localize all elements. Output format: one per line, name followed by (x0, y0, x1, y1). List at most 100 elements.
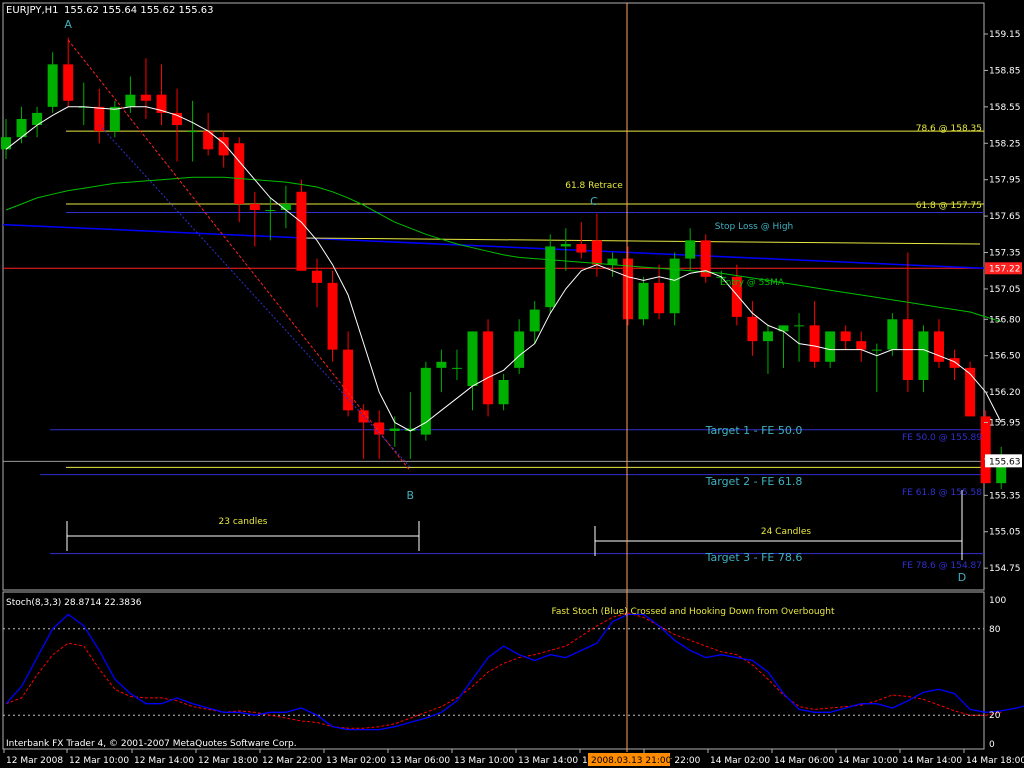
stoch-tick-label: 0 (989, 740, 995, 750)
bear-candle (591, 240, 602, 265)
price-tick-label: 155.95 (989, 418, 1021, 428)
bear-candle (343, 349, 354, 411)
bull-candle (265, 210, 276, 212)
price-tick-label: 156.80 (989, 315, 1021, 325)
bull-candle (1, 137, 11, 150)
bull-candle (762, 331, 773, 342)
bracket-23-label: 23 candles (219, 517, 268, 527)
bull-candle (187, 131, 198, 133)
bear-candle (327, 282, 338, 350)
price-tick-label: 154.75 (989, 564, 1021, 574)
bull-candle (436, 361, 447, 368)
price-tick-label: 158.55 (989, 103, 1021, 113)
bear-candle (94, 106, 105, 132)
price-tick-label: 159.15 (989, 30, 1021, 40)
bull-candle (389, 428, 400, 431)
bear-candle (249, 203, 260, 211)
bear-candle (140, 94, 151, 101)
red-price-box-label: 157.22 (989, 264, 1021, 274)
point-d-label: D (958, 571, 966, 584)
symbol-label: EURJPY,H1 (6, 5, 59, 16)
price-tick-label: 157.35 (989, 249, 1021, 259)
bear-candle (172, 112, 183, 126)
stoch-tick-label: 20 (989, 711, 1001, 721)
bear-candle (654, 282, 665, 314)
bull-candle (125, 94, 136, 107)
bull-candle (498, 379, 509, 405)
bear-candle (483, 331, 494, 405)
cursor-time-label: 2008.03.13 21:00 (591, 756, 672, 766)
bear-candle (63, 64, 74, 101)
price-tick-label: 155.05 (989, 528, 1021, 538)
bull-candle (545, 246, 556, 308)
time-tick-label: 12 Mar 10:00 (69, 756, 129, 766)
price-tick-label: 158.25 (989, 139, 1021, 149)
time-tick-label: 14 Mar 06:00 (774, 756, 834, 766)
target-3-label: Target 3 - FE 78.6 (705, 551, 803, 564)
bull-candle (451, 367, 462, 369)
time-tick-label: 13 Mar 14:00 (518, 756, 578, 766)
fib-61-8-label: 61.8 @ 157.75 (916, 201, 982, 211)
bear-candle (623, 258, 633, 320)
price-tick-label: 158.85 (989, 66, 1021, 76)
current-price-label: 155.63 (989, 457, 1021, 467)
price-tick-label: 156.50 (989, 352, 1021, 362)
bear-candle (296, 191, 307, 271)
time-tick-label: 13 Mar 06:00 (390, 756, 450, 766)
time-tick-label: 12 Mar 2008 (6, 756, 63, 766)
bull-candle (607, 258, 618, 265)
price-tick-label: 157.95 (989, 176, 1021, 186)
bull-candle (638, 282, 649, 320)
bull-candle (669, 258, 680, 314)
price-tick-label: 157.65 (989, 212, 1021, 222)
bull-candle (47, 64, 58, 107)
fib-78-6-label: 78.6 @ 158.35 (916, 124, 982, 134)
copyright-text: Interbank FX Trader 4, © 2001-2007 MetaQ… (6, 739, 297, 749)
bear-candle (576, 244, 587, 253)
entry-label: Entry @ 5SMA (720, 278, 785, 288)
stop-loss-label: Stop Loss @ High (715, 222, 793, 232)
target-2-label: Target 2 - FE 61.8 (705, 475, 803, 488)
retrace-label: 61.8 Retrace (565, 181, 623, 191)
bull-candle (109, 106, 120, 132)
bear-candle (949, 358, 960, 368)
point-a-label: A (64, 18, 72, 31)
quote-values: 155.62 155.64 155.62 155.63 (64, 5, 214, 16)
point-c-label: C (590, 195, 598, 208)
fe-50-label: FE 50.0 @ 155.89 (902, 433, 982, 443)
bull-candle (794, 325, 805, 327)
fe-61-8-label: FE 61.8 @ 155.58 (902, 488, 982, 498)
target-1-label: Target 1 - FE 50.0 (705, 424, 803, 437)
bear-candle (374, 422, 385, 435)
time-tick-label: 12 Mar 22:00 (262, 756, 322, 766)
price-tick-label: 156.20 (989, 388, 1021, 398)
stochastic-title: Stoch(8,3,3) 28.8714 22.3836 (6, 598, 142, 608)
bull-candle (560, 244, 571, 247)
bear-candle (965, 367, 976, 417)
time-tick-label: 12 Mar 14:00 (134, 756, 194, 766)
bull-candle (685, 240, 696, 259)
price-tick-label: 157.05 (989, 285, 1021, 295)
time-tick-label: 14 Mar 02:00 (710, 756, 770, 766)
bull-candle (529, 309, 540, 332)
point-b-label: B (407, 489, 415, 502)
stochastic-annotation: Fast Stoch (Blue) Crossed and Hooking Do… (551, 607, 835, 617)
bull-candle (825, 331, 836, 362)
time-tick-label: 13 Mar 10:00 (454, 756, 514, 766)
bear-candle (312, 270, 322, 283)
bear-candle (856, 341, 867, 350)
fe-78-6-label: FE 78.6 @ 154.87 (902, 561, 982, 571)
bull-candle (887, 319, 898, 350)
stoch-tick-label: 100 (989, 596, 1006, 606)
bull-candle (514, 331, 525, 368)
bracket-24-label: 24 Candles (761, 527, 812, 537)
time-tick-label: 12 Mar 18:00 (198, 756, 258, 766)
chart-canvas[interactable]: A B C D 61.8 Retrace 78.6 @ 158.35 61.8 @ 157.… (0, 0, 1024, 768)
time-tick-label: 13 Mar 02:00 (326, 756, 386, 766)
bear-candle (840, 331, 851, 342)
time-tick-label: 14 Mar 14:00 (902, 756, 962, 766)
time-tick-label: 14 Mar 18:00 (966, 756, 1024, 766)
time-tick-label: 14 Mar 10:00 (838, 756, 898, 766)
bull-candle (871, 349, 882, 351)
bull-candle (918, 331, 929, 380)
